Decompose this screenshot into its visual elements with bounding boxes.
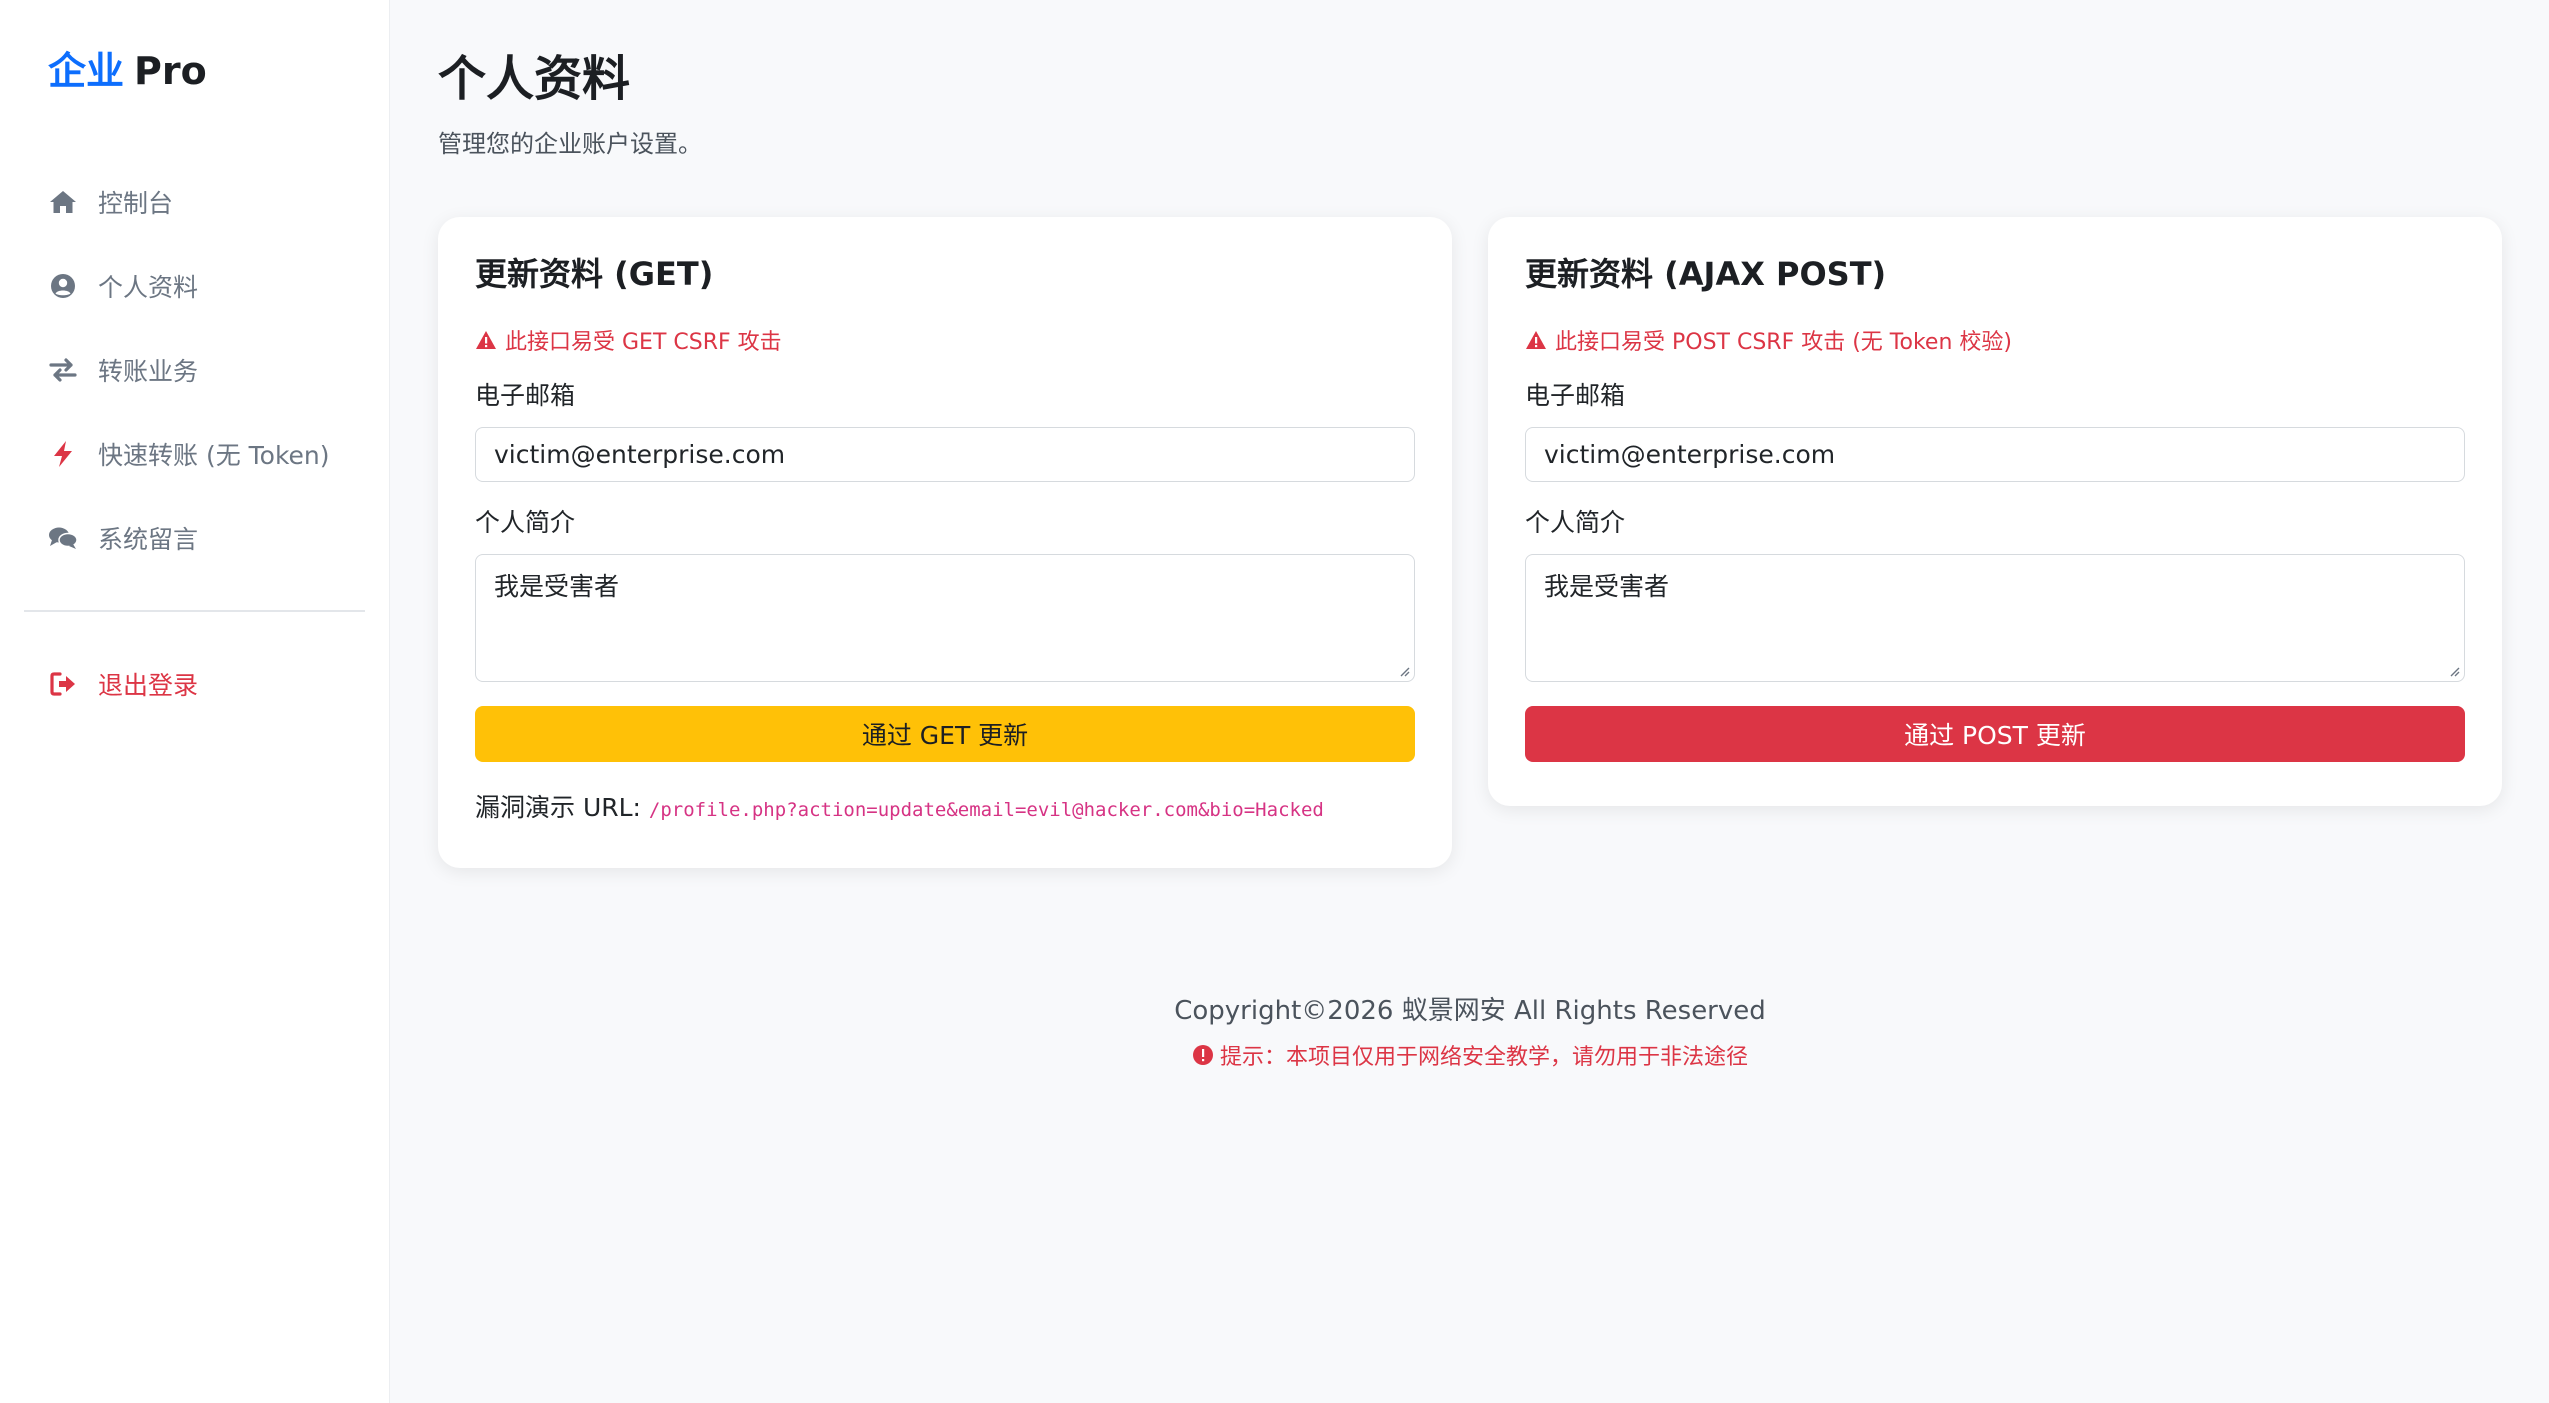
bio-value: 我是受害者 (494, 572, 620, 601)
logout-label: 退出登录 (98, 671, 199, 700)
home-icon (48, 187, 78, 217)
footer: Copyright©2026 蚁景网安 All Rights Reserved … (390, 990, 2549, 1071)
sidebar-item-label: 转账业务 (98, 357, 199, 386)
bio-value: 我是受害者 (1544, 572, 1670, 601)
csrf-warning-text: 此接口易受 POST CSRF 攻击 (无 Token 校验) (1555, 330, 2012, 355)
resize-grip-icon[interactable] (1398, 665, 1410, 677)
exclamation-circle-icon (1192, 1045, 1213, 1065)
brand-accent: 企业 (48, 49, 125, 93)
user-circle-icon (48, 271, 78, 301)
vuln-url-code: /profile.php?action=update&email=evil@ha… (648, 799, 1324, 821)
email-label: 电子邮箱 (1525, 381, 1626, 410)
email-field[interactable]: victim@enterprise.com (475, 427, 1415, 482)
update-via-get-button[interactable]: 通过 GET 更新 (475, 706, 1415, 762)
bio-field[interactable]: 我是受害者 (1525, 554, 2465, 682)
csrf-warning-text: 此接口易受 GET CSRF 攻击 (505, 330, 782, 355)
bolt-icon (48, 439, 78, 469)
app-root: 企业 Pro 控制台 个人资料 转账业务 快速转账 (无 Token) 系统留言… (0, 0, 2549, 1403)
cards-row: 更新资料 (GET) 此接口易受 GET CSRF 攻击 电子邮箱 victim… (438, 217, 2502, 868)
sidebar-item-transfer[interactable]: 转账业务 (0, 328, 389, 412)
sidebar: 企业 Pro 控制台 个人资料 转账业务 快速转账 (无 Token) 系统留言… (0, 0, 390, 1403)
copyright-text: Copyright©2026 蚁景网安 All Rights Reserved (1174, 996, 1766, 1026)
update-profile-get-card: 更新资料 (GET) 此接口易受 GET CSRF 攻击 电子邮箱 victim… (438, 217, 1452, 868)
sidebar-item-label: 快速转账 (无 Token) (98, 441, 330, 470)
exchange-icon (48, 355, 78, 385)
bio-label: 个人简介 (1525, 508, 1626, 537)
card-title: 更新资料 (GET) (475, 255, 714, 293)
vuln-url-label: 漏洞演示 URL: (475, 793, 641, 822)
sign-out-icon (48, 669, 78, 699)
update-via-post-button[interactable]: 通过 POST 更新 (1525, 706, 2465, 762)
comments-icon (48, 523, 78, 553)
vuln-url-row: 漏洞演示 URL: /profile.php?action=update&ema… (475, 788, 1415, 824)
sidebar-divider (24, 610, 365, 612)
sidebar-item-profile[interactable]: 个人资料 (0, 244, 389, 328)
page-subtitle: 管理您的企业账户设置。 (438, 130, 702, 158)
csrf-warning: 此接口易受 GET CSRF 攻击 (475, 325, 1415, 355)
sidebar-item-messages[interactable]: 系统留言 (0, 496, 389, 580)
sidebar-item-label: 系统留言 (98, 525, 199, 554)
resize-grip-icon[interactable] (2448, 665, 2460, 677)
email-label: 电子邮箱 (475, 381, 576, 410)
sidebar-item-label: 控制台 (98, 189, 174, 218)
card-title: 更新资料 (AJAX POST) (1525, 255, 1887, 293)
brand-rest: Pro (134, 49, 207, 93)
footer-notice-text: 提示：本项目仅用于网络安全教学，请勿用于非法途径 (1219, 1045, 1748, 1070)
brand-logo[interactable]: 企业 Pro (0, 46, 389, 96)
bio-label: 个人简介 (475, 508, 576, 537)
warning-triangle-icon (476, 331, 496, 349)
sidebar-item-dashboard[interactable]: 控制台 (0, 160, 389, 244)
warning-triangle-icon (1526, 331, 1546, 349)
footer-notice: 提示：本项目仅用于网络安全教学，请勿用于非法途径 (390, 1039, 2549, 1071)
logout-button[interactable]: 退出登录 (0, 642, 389, 726)
csrf-warning: 此接口易受 POST CSRF 攻击 (无 Token 校验) (1525, 325, 2465, 355)
bio-field[interactable]: 我是受害者 (475, 554, 1415, 682)
sidebar-nav: 控制台 个人资料 转账业务 快速转账 (无 Token) 系统留言 (0, 160, 389, 580)
page-title: 个人资料 (438, 51, 631, 107)
main-content: 个人资料 管理您的企业账户设置。 更新资料 (GET) 此接口易受 GET CS… (390, 0, 2549, 1403)
sidebar-item-label: 个人资料 (98, 273, 199, 302)
email-field[interactable]: victim@enterprise.com (1525, 427, 2465, 482)
sidebar-item-quick-transfer[interactable]: 快速转账 (无 Token) (0, 412, 389, 496)
update-profile-post-card: 更新资料 (AJAX POST) 此接口易受 POST CSRF 攻击 (无 T… (1488, 217, 2502, 806)
